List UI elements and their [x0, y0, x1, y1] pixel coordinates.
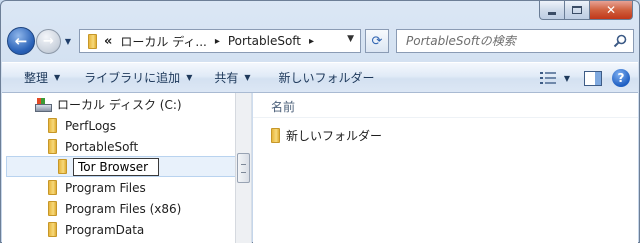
- chevron-down-icon: ▼: [186, 73, 193, 82]
- back-arrow-icon: ←: [14, 32, 28, 50]
- address-bar[interactable]: « ローカル ディ... ▸ PortableSoft ▸ ▼: [79, 29, 361, 53]
- maximize-button[interactable]: [565, 1, 590, 20]
- new-folder-button[interactable]: 新しいフォルダー: [271, 66, 383, 90]
- new-folder-label: 新しいフォルダー: [278, 71, 375, 85]
- tree-item-programdata[interactable]: ProgramData: [2, 219, 236, 240]
- share-menu[interactable]: 共有 ▼: [206, 66, 258, 90]
- overflow-chevron[interactable]: «: [104, 34, 112, 49]
- header-divider: [253, 117, 638, 118]
- tree-item-renaming[interactable]: [6, 156, 236, 177]
- tree-item-local-disk[interactable]: ローカル ディスク (C:): [2, 94, 236, 115]
- address-dropdown-icon[interactable]: ▼: [347, 34, 354, 44]
- folder-icon: [48, 201, 57, 216]
- close-icon: ✕: [605, 3, 617, 17]
- tree-item-perflogs[interactable]: PerfLogs: [2, 115, 236, 136]
- help-icon[interactable]: ?: [612, 69, 630, 87]
- preview-pane-icon[interactable]: [584, 70, 602, 86]
- folder-icon: [48, 180, 57, 195]
- tree-item-label: Program Files (x86): [65, 201, 182, 216]
- search-input[interactable]: [406, 34, 606, 48]
- search-box: [396, 29, 634, 53]
- navigation-scrollbar[interactable]: [235, 93, 251, 243]
- maximize-icon: [572, 6, 582, 14]
- share-label: 共有: [214, 71, 239, 85]
- toolbar-right: ▼ ?: [536, 66, 630, 90]
- include-in-library-label: ライブラリに追加: [84, 71, 181, 85]
- navigation-pane: ローカル ディスク (C:) PerfLogs PortableSoft Pro…: [2, 93, 252, 243]
- organize-menu[interactable]: 整理 ▼: [16, 66, 68, 90]
- explorer-window: ✕ ← → ▼ « ローカル ディ... ▸ PortableSoft ▸ ▼ …: [0, 0, 640, 243]
- folder-icon: [58, 159, 67, 174]
- breadcrumb-separator[interactable]: ▸: [215, 36, 220, 47]
- close-button[interactable]: ✕: [590, 1, 633, 20]
- tree-item-label: Program Files: [65, 180, 146, 195]
- folder-icon: [271, 127, 280, 143]
- tree-item-label: PortableSoft: [65, 139, 139, 154]
- search-icon[interactable]: [613, 34, 627, 48]
- tree-item-portablesoft[interactable]: PortableSoft: [2, 136, 236, 157]
- recent-pages-button[interactable]: ▼: [63, 37, 73, 47]
- tree-item-program-files-x86[interactable]: Program Files (x86): [2, 198, 236, 219]
- organize-label: 整理: [24, 71, 49, 85]
- rename-input[interactable]: [73, 157, 159, 176]
- tree-item-label: ProgramData: [65, 222, 145, 237]
- file-item-label: 新しいフォルダー: [286, 128, 383, 143]
- folder-icon: [88, 33, 97, 49]
- details-view-icon: [539, 72, 556, 84]
- folder-icon: [48, 139, 57, 154]
- column-header-name[interactable]: 名前: [271, 98, 295, 115]
- folder-icon: [48, 222, 57, 237]
- scrollbar-thumb[interactable]: [237, 153, 250, 183]
- folder-icon: [48, 118, 57, 133]
- file-list-pane: 名前 新しいフォルダー: [253, 93, 638, 243]
- caption-buttons: ✕: [539, 1, 633, 20]
- chevron-down-icon: ▼: [563, 73, 571, 83]
- forward-arrow-icon: →: [43, 34, 54, 49]
- breadcrumb-local-disk[interactable]: ローカル ディ...: [118, 33, 208, 50]
- chevron-down-icon: ▼: [54, 73, 61, 82]
- tree-item-label: ローカル ディスク (C:): [57, 98, 182, 112]
- refresh-icon: ⟳: [371, 33, 383, 49]
- tree-item-label: PerfLogs: [65, 118, 117, 133]
- navigation-row: ← → ▼ « ローカル ディ... ▸ PortableSoft ▸ ▼ ⟳: [7, 25, 634, 57]
- minimize-icon: [548, 11, 556, 15]
- forward-button[interactable]: →: [36, 29, 61, 54]
- refresh-button[interactable]: ⟳: [365, 29, 389, 53]
- chevron-down-icon: ▼: [244, 73, 251, 82]
- drive-icon: [35, 97, 52, 112]
- include-in-library-menu[interactable]: ライブラリに追加 ▼: [76, 66, 200, 90]
- minimize-button[interactable]: [539, 1, 565, 20]
- tree-item-program-files[interactable]: Program Files: [2, 177, 236, 198]
- breadcrumb-portablesoft[interactable]: PortableSoft: [226, 34, 303, 48]
- breadcrumb-separator[interactable]: ▸: [309, 36, 314, 47]
- command-bar: 整理 ▼ ライブラリに追加 ▼ 共有 ▼ 新しいフォルダー ▼ ?: [2, 62, 638, 93]
- change-view-button[interactable]: ▼: [536, 66, 574, 90]
- file-item-new-folder[interactable]: 新しいフォルダー: [271, 125, 382, 145]
- back-button[interactable]: ←: [7, 27, 35, 55]
